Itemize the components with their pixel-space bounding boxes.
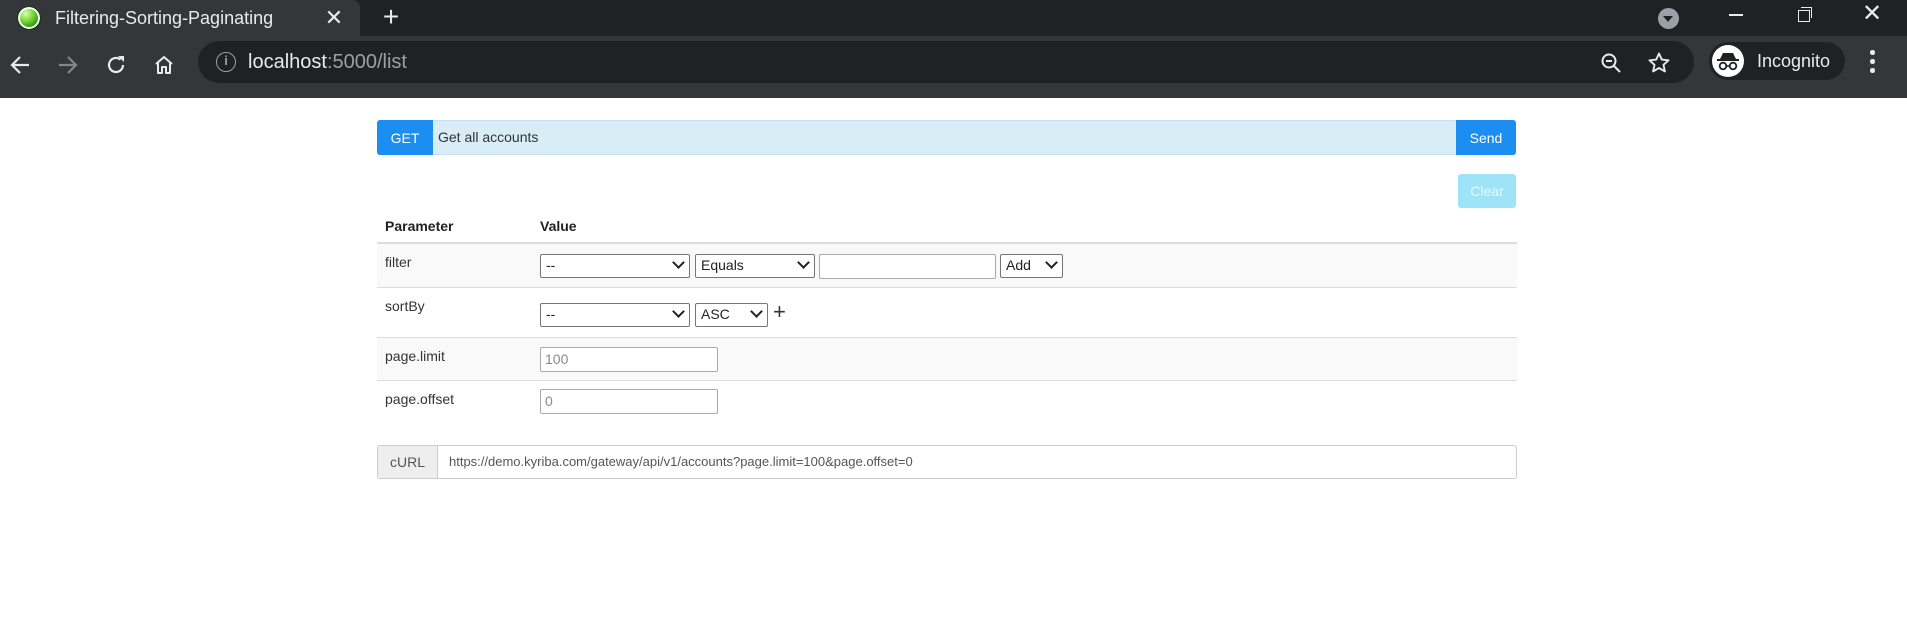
chevron-down-icon	[797, 256, 810, 269]
tab-title: Filtering-Sorting-Paginating	[55, 7, 274, 28]
incognito-icon	[1712, 45, 1744, 77]
sortby-field-select[interactable]: --	[540, 303, 690, 327]
param-label-page-limit: page.limit	[385, 348, 445, 364]
tab-search-icon[interactable]	[1658, 8, 1679, 29]
param-label-sortby: sortBy	[385, 298, 425, 314]
site-info-icon[interactable]: i	[216, 52, 236, 72]
param-label-filter: filter	[385, 254, 412, 270]
browser-toolbar: i localhost:5000/list Incognito	[0, 36, 1907, 98]
sortby-field-value: --	[546, 306, 556, 322]
parameters-table: Parameter Value filter -- Equals Add sor…	[377, 214, 1517, 424]
filter-add-select[interactable]: Add	[1000, 254, 1063, 278]
window-close-icon[interactable]: ✕	[1842, 0, 1902, 32]
green-globe-icon	[17, 6, 41, 30]
add-sort-icon[interactable]: +	[773, 301, 786, 323]
curl-label: cURL	[378, 446, 438, 478]
table-row-sortby: sortBy -- ASC +	[377, 288, 1517, 338]
param-label-page-offset: page.offset	[385, 391, 455, 407]
chevron-down-icon	[672, 256, 685, 269]
filter-field-value: --	[546, 257, 556, 273]
table-header: Parameter Value	[377, 214, 1517, 244]
url-path: :5000/list	[326, 51, 407, 73]
filter-add-value: Add	[1006, 257, 1031, 273]
back-icon[interactable]	[2, 47, 38, 83]
clear-button[interactable]: Clear	[1458, 174, 1516, 208]
send-button[interactable]: Send	[1456, 120, 1516, 155]
forward-icon[interactable]	[50, 47, 86, 83]
table-row-page-limit: page.limit 100	[377, 338, 1517, 381]
request-description: Get all accounts	[438, 129, 539, 145]
browser-tab[interactable]: Filtering-Sorting-Paginating ✕	[0, 0, 360, 36]
page-offset-input[interactable]: 0	[540, 389, 718, 414]
tab-close-icon[interactable]: ✕	[323, 7, 345, 29]
filter-operator-select[interactable]: Equals	[695, 254, 815, 278]
request-bar: GET Get all accounts Send	[377, 120, 1516, 155]
url-host: localhost	[248, 51, 327, 73]
incognito-label: Incognito	[1757, 50, 1831, 71]
incognito-profile-button[interactable]: Incognito	[1709, 42, 1845, 80]
chevron-down-icon	[672, 305, 685, 318]
filter-value-input[interactable]	[819, 254, 996, 279]
chevron-down-icon	[750, 305, 763, 318]
header-parameter: Parameter	[385, 218, 454, 234]
bookmark-star-icon[interactable]	[1647, 51, 1671, 78]
zoom-icon[interactable]	[1600, 52, 1622, 77]
table-row-page-offset: page.offset 0	[377, 381, 1517, 424]
new-tab-icon[interactable]: +	[377, 3, 405, 32]
home-icon[interactable]	[146, 47, 182, 83]
filter-operator-value: Equals	[701, 257, 744, 273]
table-row-filter: filter -- Equals Add	[377, 244, 1517, 288]
curl-field: cURL https://demo.kyriba.com/gateway/api…	[377, 445, 1517, 479]
sortby-direction-select[interactable]: ASC	[695, 303, 768, 327]
address-url[interactable]: localhost:5000/list	[248, 51, 407, 74]
chevron-down-icon	[1045, 256, 1058, 269]
window-restore-icon[interactable]	[1774, 0, 1834, 32]
page-limit-input[interactable]: 100	[540, 347, 718, 372]
filter-field-select[interactable]: --	[540, 254, 690, 278]
address-bar[interactable]: i localhost:5000/list	[198, 41, 1694, 83]
reload-icon[interactable]	[98, 47, 134, 83]
browser-menu-icon[interactable]	[1870, 50, 1876, 78]
header-value: Value	[540, 218, 577, 234]
browser-titlebar: Filtering-Sorting-Paginating ✕ + ✕	[0, 0, 1907, 36]
window-minimize-icon[interactable]	[1706, 0, 1766, 32]
method-get-button[interactable]: GET	[377, 120, 433, 155]
sortby-direction-value: ASC	[701, 306, 730, 322]
curl-output[interactable]: https://demo.kyriba.com/gateway/api/v1/a…	[449, 454, 913, 469]
